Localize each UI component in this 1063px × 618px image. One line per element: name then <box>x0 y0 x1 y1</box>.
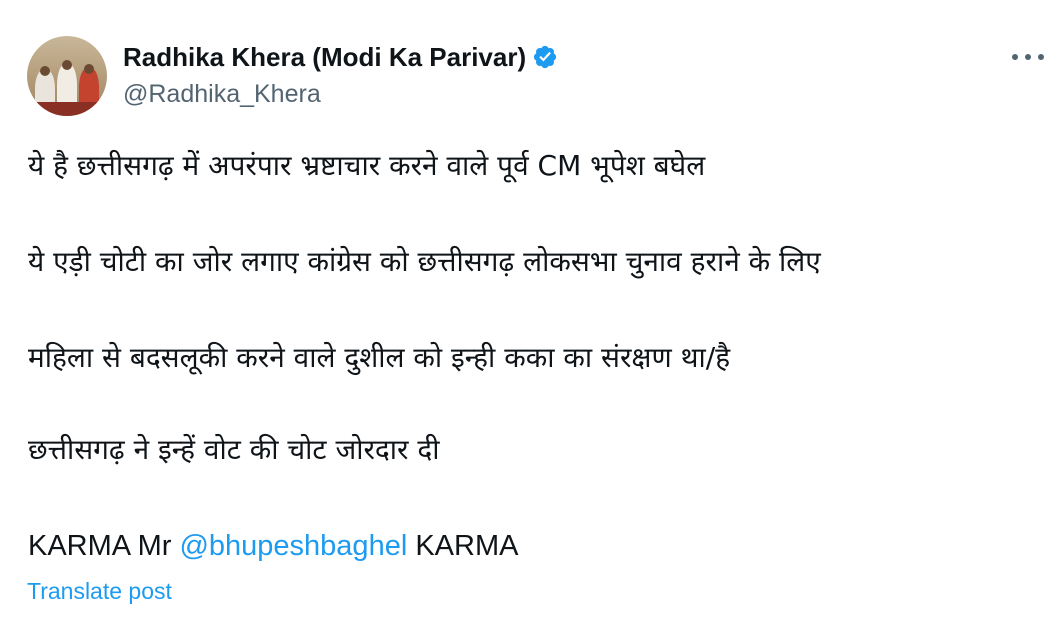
author-name-row: Radhika Khera (Modi Ka Parivar) <box>123 40 558 74</box>
tweet-post: Radhika Khera (Modi Ka Parivar) @Radhika… <box>0 0 1063 618</box>
author-handle[interactable]: @Radhika_Khera <box>123 80 321 109</box>
karma-prefix: KARMA Mr <box>28 530 180 562</box>
post-text-line-2: ये एड़ी चोटी का जोर लगाए कांग्रेस को छत्… <box>28 245 821 278</box>
post-text-line-1: ये है छत्तीसगढ़ में अपरंपार भ्रष्टाचार क… <box>28 149 706 182</box>
translate-post-link[interactable]: Translate post <box>27 578 172 605</box>
more-options-icon[interactable] <box>1008 44 1048 70</box>
post-text-line-4: छत्तीसगढ़ ने इन्हें वोट की चोट जोरदार दी <box>28 433 440 466</box>
avatar[interactable] <box>27 36 107 116</box>
post-text-line-5: KARMA Mr @bhupeshbaghel KARMA <box>28 526 518 566</box>
post-text-line-3: महिला से बदसलूकी करने वाले दुशील को इन्ह… <box>28 341 731 374</box>
verified-badge-icon <box>534 45 557 69</box>
karma-suffix: KARMA <box>407 530 519 562</box>
author-display-name[interactable]: Radhika Khera (Modi Ka Parivar) <box>123 42 526 73</box>
mention-link[interactable]: @bhupeshbaghel <box>179 530 407 562</box>
